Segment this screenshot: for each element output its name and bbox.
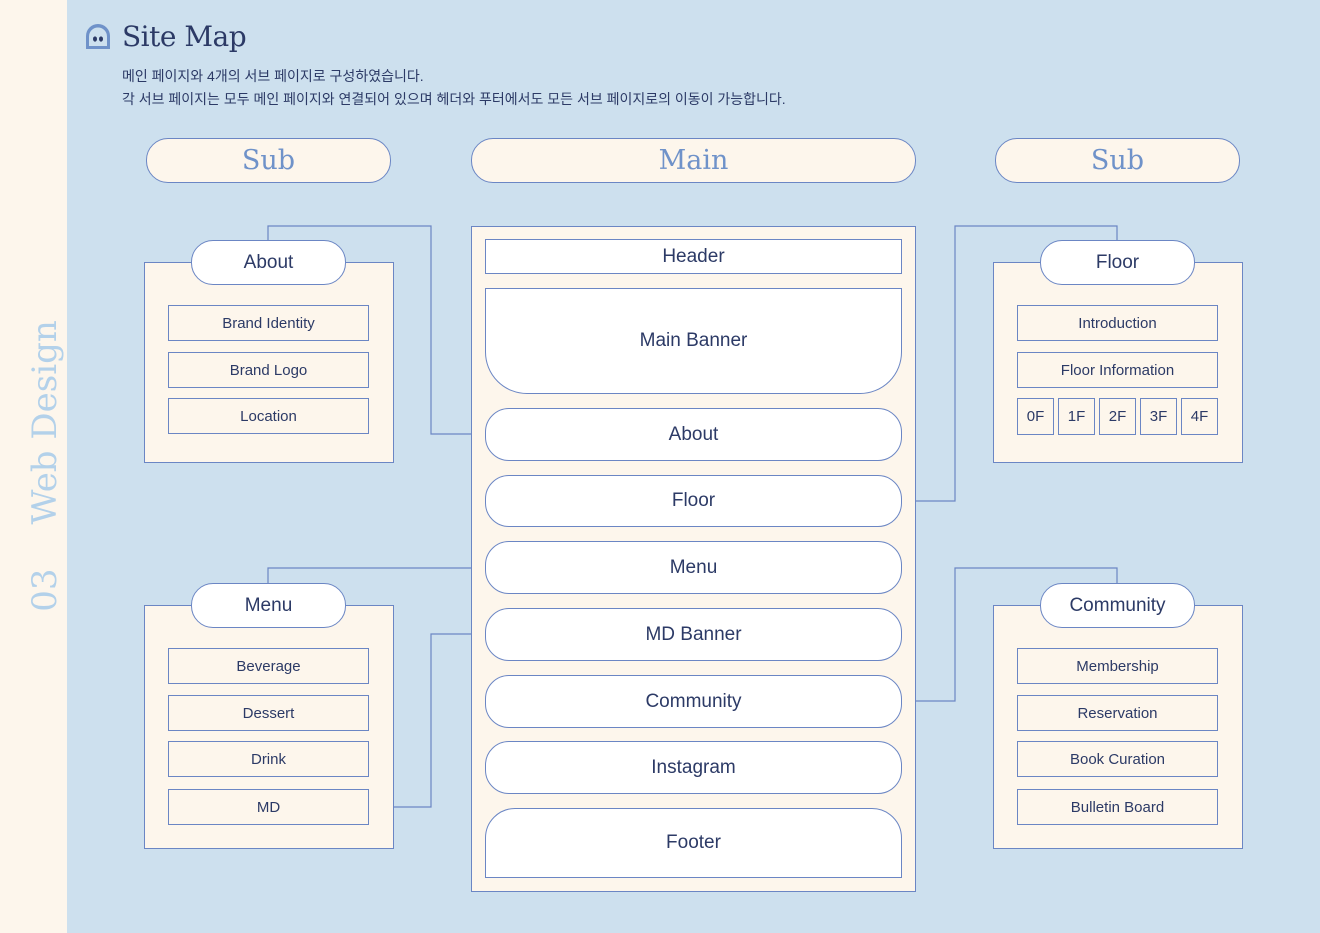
floor-button-4f[interactable]: 4F xyxy=(1181,398,1218,435)
main-footer[interactable]: Footer xyxy=(485,808,902,878)
floor-panel-title[interactable]: Floor xyxy=(1040,240,1195,285)
menu-item-drink[interactable]: Drink xyxy=(168,741,369,777)
main-header-block[interactable]: Header xyxy=(485,239,902,274)
floor-button-3f[interactable]: 3F xyxy=(1140,398,1177,435)
menu-item-beverage[interactable]: Beverage xyxy=(168,648,369,684)
floor-item-introduction[interactable]: Introduction xyxy=(1017,305,1218,341)
community-item-book-curation[interactable]: Book Curation xyxy=(1017,741,1218,777)
about-item-location[interactable]: Location xyxy=(168,398,369,434)
main-section-floor[interactable]: Floor xyxy=(485,475,902,527)
community-item-bulletin-board[interactable]: Bulletin Board xyxy=(1017,789,1218,825)
main-section-menu[interactable]: Menu xyxy=(485,541,902,594)
floor-button-2f[interactable]: 2F xyxy=(1099,398,1136,435)
main-section-instagram[interactable]: Instagram xyxy=(485,741,902,794)
about-item-brand-logo[interactable]: Brand Logo xyxy=(168,352,369,388)
menu-item-md[interactable]: MD xyxy=(168,789,369,825)
floor-item-floor-information[interactable]: Floor Information xyxy=(1017,352,1218,388)
about-panel-title[interactable]: About xyxy=(191,240,346,285)
main-section-community[interactable]: Community xyxy=(485,675,902,728)
main-section-about[interactable]: About xyxy=(485,408,902,461)
community-item-reservation[interactable]: Reservation xyxy=(1017,695,1218,731)
menu-item-dessert[interactable]: Dessert xyxy=(168,695,369,731)
about-item-brand-identity[interactable]: Brand Identity xyxy=(168,305,369,341)
floor-button-0f[interactable]: 0F xyxy=(1017,398,1054,435)
main-section-md-banner[interactable]: MD Banner xyxy=(485,608,902,661)
menu-panel-title[interactable]: Menu xyxy=(191,583,346,628)
floor-button-1f[interactable]: 1F xyxy=(1058,398,1095,435)
community-item-membership[interactable]: Membership xyxy=(1017,648,1218,684)
community-panel-title[interactable]: Community xyxy=(1040,583,1195,628)
main-banner[interactable]: Main Banner xyxy=(485,288,902,394)
